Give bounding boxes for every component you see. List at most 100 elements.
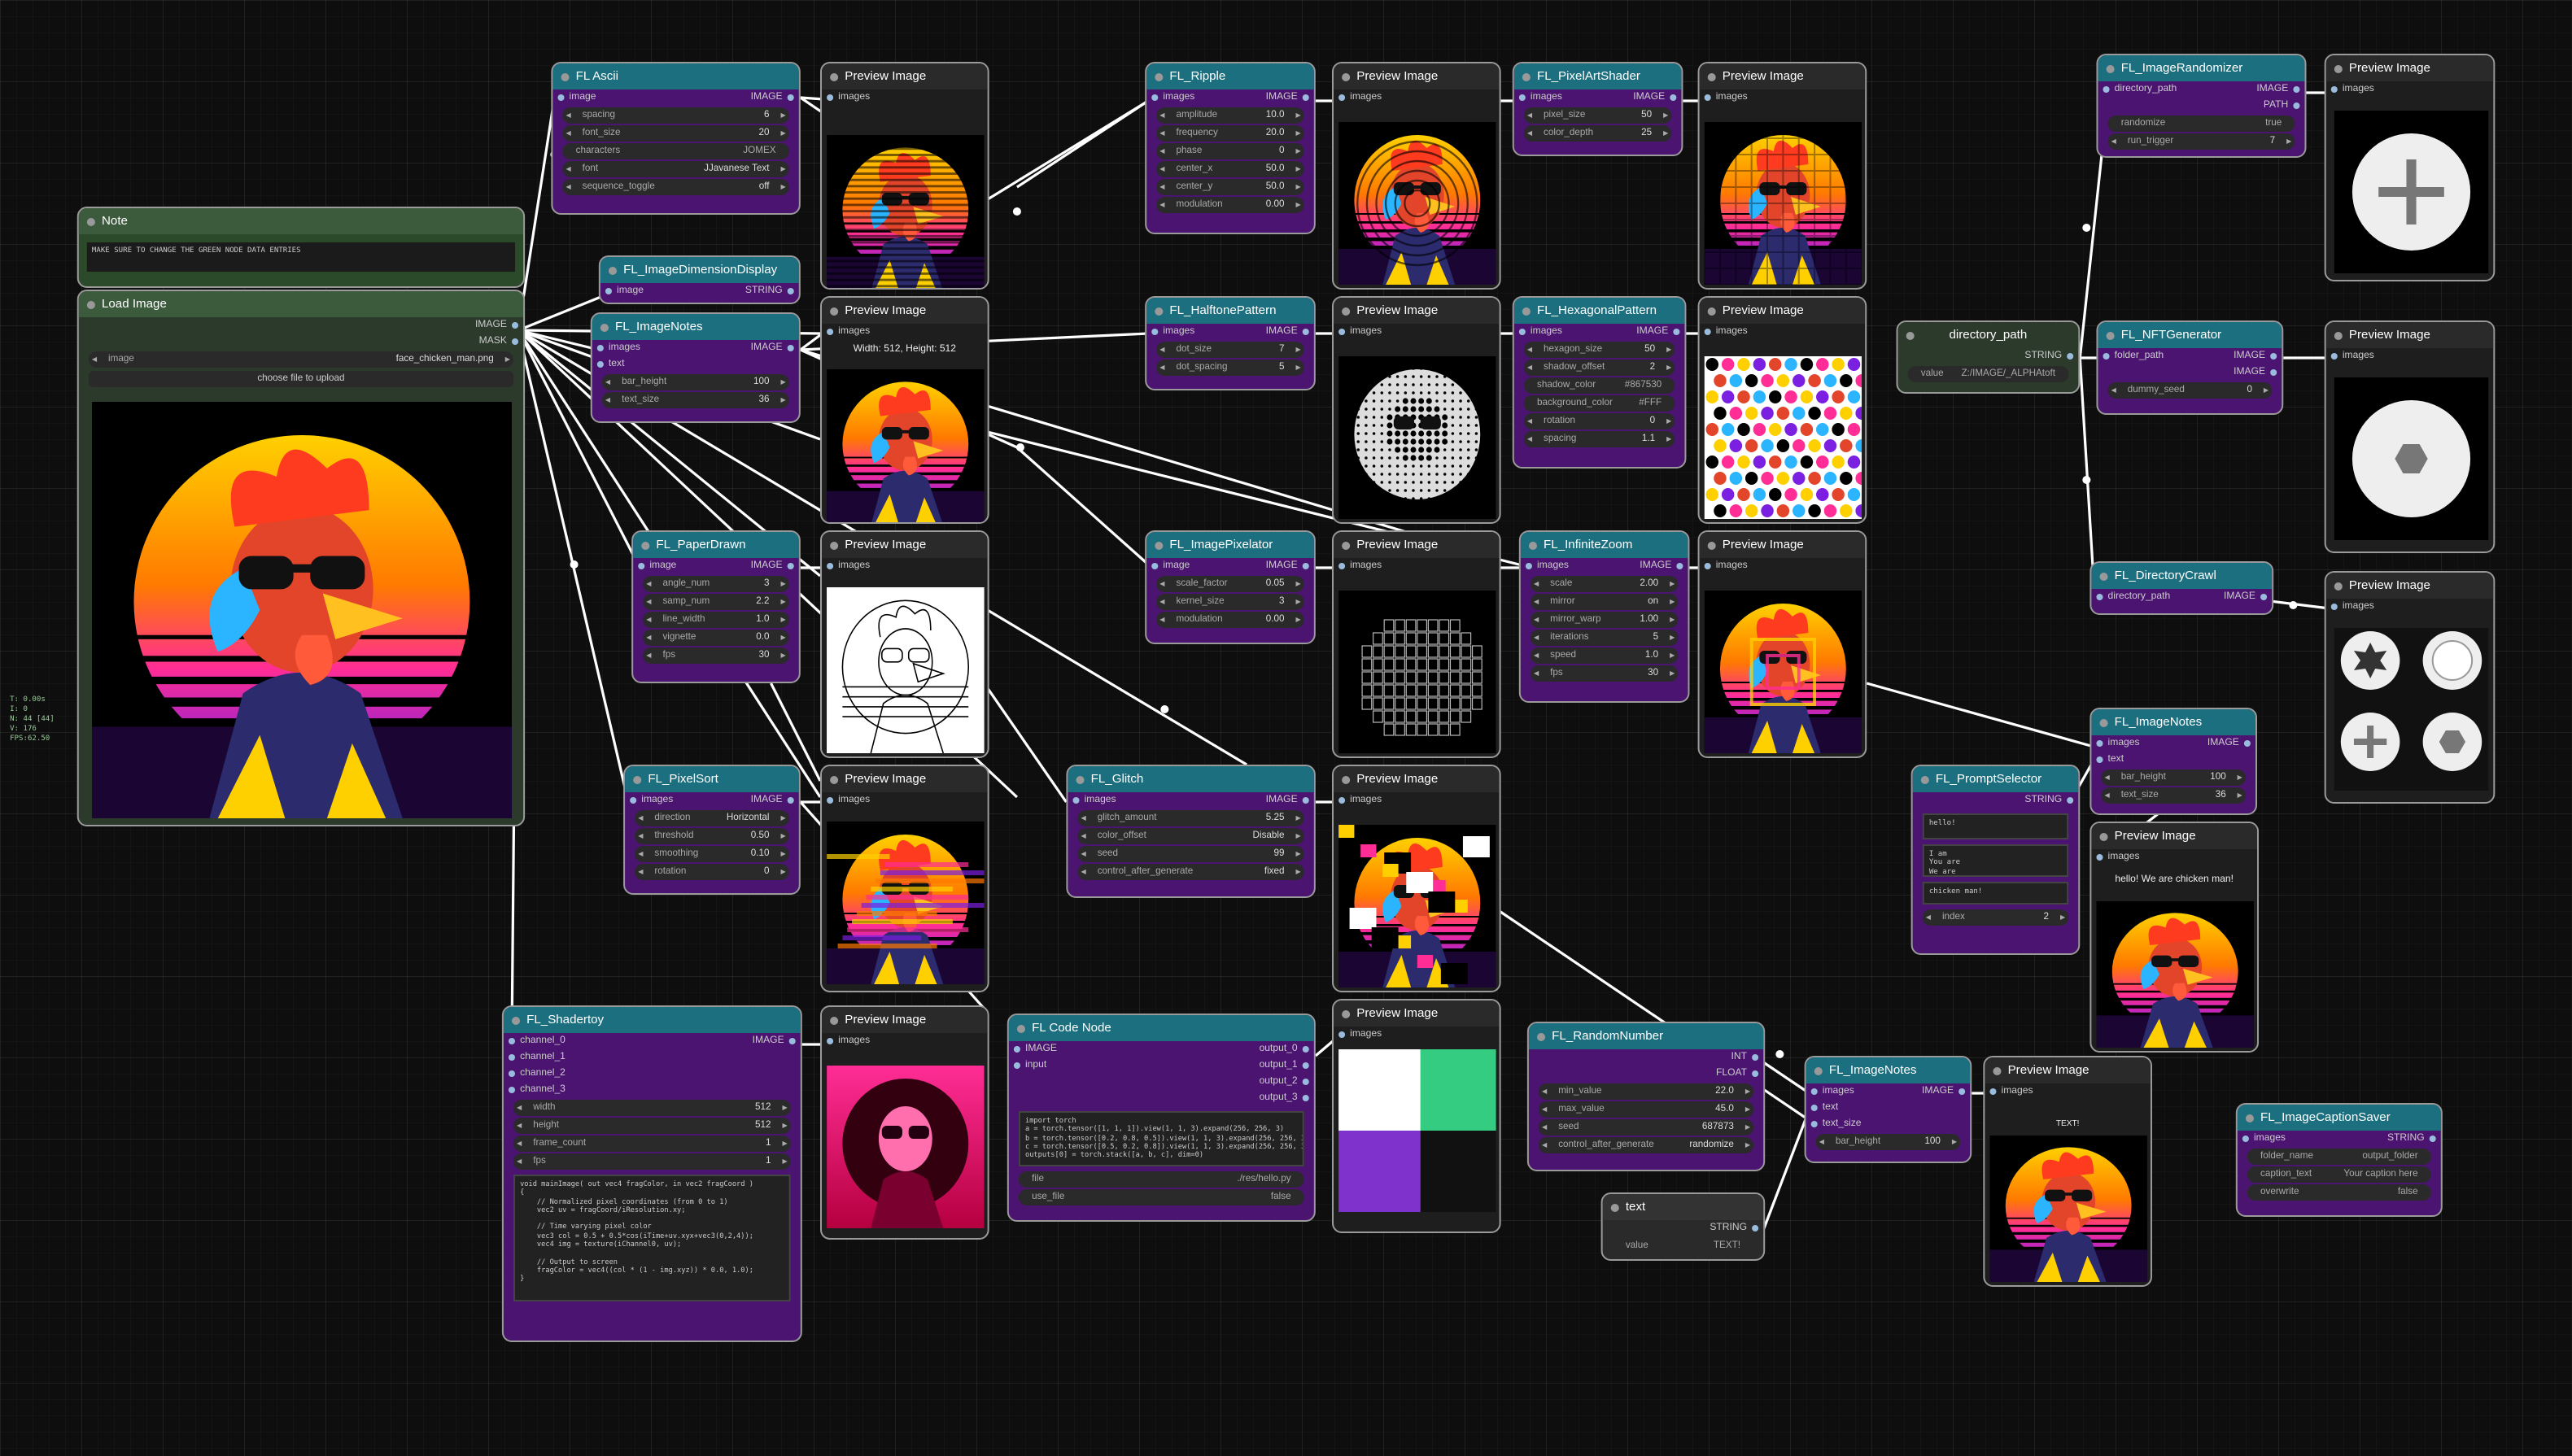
io-row[interactable]: channel_3	[504, 1082, 801, 1098]
widget[interactable]: scale 2.00	[1530, 576, 1679, 592]
fl-infinite-zoom-node[interactable]: FL_InfiniteZoom images IMAGE scale 2.00 mi…	[1518, 530, 1690, 703]
io-row[interactable]: text	[1806, 1100, 1971, 1116]
io-row[interactable]: input output_1	[1009, 1057, 1314, 1074]
widget[interactable]: pixel_size 50	[1523, 107, 1672, 124]
widget[interactable]: text_size 36	[2101, 787, 2246, 804]
io-row[interactable]: IMAGE	[2098, 364, 2282, 381]
preview-image-node[interactable]: Preview Image images	[1331, 999, 1501, 1233]
python-code-editor[interactable]: import torch a = torch.tensor([1, 1, 1])…	[1018, 1111, 1304, 1166]
io-row[interactable]: channel_0 IMAGE	[504, 1033, 801, 1049]
widget[interactable]: max_value 45.0	[1539, 1101, 1754, 1118]
widget[interactable]: bar_height 100	[2101, 769, 2246, 786]
widget[interactable]: kernel_size 3	[1156, 594, 1304, 610]
preview-image-node[interactable]: Preview Image images	[820, 765, 989, 992]
io-row[interactable]: images	[822, 89, 988, 106]
widget[interactable]: frequency 20.0	[1156, 125, 1304, 142]
preview-image-node[interactable]: Preview Image images hello! We are chick…	[2089, 822, 2260, 1053]
io-row[interactable]: output_2	[1009, 1074, 1314, 1090]
io-row[interactable]: images IMAGE	[1146, 324, 1314, 340]
upload-button[interactable]: choose file to upload	[88, 371, 514, 387]
widget[interactable]: color_depth 25	[1523, 125, 1672, 142]
fl-prompt-selector-node[interactable]: FL_PromptSelector STRING hello! I am You…	[1910, 765, 2081, 955]
widget[interactable]: center_y 50.0	[1156, 179, 1304, 195]
font-combo[interactable]: font JJavanese Text	[562, 161, 789, 177]
index-widget[interactable]: index 2	[1922, 909, 2069, 926]
preview-image-node[interactable]: Preview Image images	[2324, 54, 2496, 281]
fl-pixel-sort-node[interactable]: FL_PixelSort images IMAGE direction Horizo…	[623, 765, 801, 895]
fl-image-pixelator-node[interactable]: FL_ImagePixelator image IMAGE scale_facto…	[1145, 530, 1316, 644]
fl-glitch-node[interactable]: FL_Glitch imagesIMAGE glitch_amount5.25 …	[1066, 765, 1316, 898]
io-row[interactable]: images	[1334, 792, 1500, 809]
characters-field[interactable]: characters JOMEX	[562, 143, 789, 159]
preview-image-node[interactable]: Preview Image images Width: 512, Height:…	[820, 296, 989, 524]
io-row[interactable]: images IMAGE	[1521, 558, 1688, 574]
fl-code-node[interactable]: FL Code Node IMAGE output_0 input output_1…	[1007, 1014, 1316, 1222]
io-row[interactable]: images	[1334, 558, 1500, 574]
io-row[interactable]: images STRING	[2238, 1131, 2441, 1147]
io-row[interactable]: text_size	[1806, 1116, 1971, 1132]
io-row[interactable]: folder_path IMAGE	[2098, 348, 2282, 364]
fl-paper-drawn-node[interactable]: FL_PaperDrawn image IMAGE angle_num 3 samp…	[631, 530, 801, 683]
io-row[interactable]: directory_path IMAGE	[2098, 81, 2304, 98]
io-row[interactable]: image IMAGE	[1146, 558, 1314, 574]
widget[interactable]: fps 30	[1530, 665, 1679, 682]
text-field[interactable]: folder_name output_folder	[2247, 1149, 2431, 1165]
io-row[interactable]: image IMAGE	[552, 89, 798, 106]
widget[interactable]: dummy_seed 0	[2107, 382, 2273, 399]
widget[interactable]: bar_height 100	[1815, 1134, 1961, 1150]
widget[interactable]: control_after_generate randomize	[1539, 1137, 1754, 1153]
widget[interactable]: control_after_generate fixed	[1077, 864, 1304, 880]
text-size-widget[interactable]: text_size 36	[601, 392, 789, 408]
note-node[interactable]: Note MAKE SURE TO CHANGE THE GREEN NODE …	[76, 207, 526, 288]
io-row[interactable]: text	[592, 356, 799, 373]
io-row[interactable]: images	[1985, 1083, 2151, 1100]
preview-image-node[interactable]: Preview Image images	[1697, 62, 1867, 290]
fl-image-dimension-display-node[interactable]: FL_ImageDimensionDisplay image STRING	[598, 255, 801, 304]
preview-image-node[interactable]: Preview Image images	[1331, 765, 1501, 992]
widget[interactable]: fps 30	[643, 647, 789, 664]
fl-image-notes-node[interactable]: FL_ImageNotes images IMAGE text bar_heigh…	[590, 312, 801, 423]
widget[interactable]: smoothing 0.10	[635, 846, 789, 862]
spacing-widget[interactable]: spacing 6	[562, 107, 789, 124]
directory-value-field[interactable]: value Z:/IMAGE/_ALPHAtoft	[1907, 366, 2069, 382]
preview-image-node[interactable]: Preview Image images	[820, 62, 989, 290]
widget[interactable]: fps 1	[513, 1153, 791, 1170]
prompt-textarea[interactable]: I am You are We are	[1922, 844, 2069, 877]
io-row[interactable]: text	[2091, 752, 2255, 768]
io-row[interactable]: images	[1700, 558, 1866, 574]
io-row[interactable]: image STRING	[600, 283, 799, 299]
text-field[interactable]: shadow_color #867530	[1523, 377, 1675, 394]
io-row[interactable]: INT	[1529, 1049, 1763, 1066]
widget[interactable]: amplitude 10.0	[1156, 107, 1304, 124]
text-field[interactable]: background_color #FFF	[1523, 395, 1675, 412]
sequence-toggle[interactable]: sequence_toggle off	[562, 179, 789, 195]
io-row[interactable]: output_3	[1009, 1090, 1314, 1106]
output-mask[interactable]: MASK	[79, 333, 523, 350]
widget[interactable]: dot_size 7	[1156, 342, 1304, 358]
prompt-textarea[interactable]: hello!	[1922, 813, 2069, 839]
widget[interactable]: min_value 22.0	[1539, 1083, 1754, 1100]
randomize-toggle[interactable]: randomize true	[2107, 116, 2295, 132]
io-row[interactable]: STRING	[1913, 792, 2079, 809]
preview-image-node[interactable]: Preview Image images	[2324, 571, 2496, 804]
widget[interactable]: iterations 5	[1530, 630, 1679, 646]
widget[interactable]: speed 1.0	[1530, 647, 1679, 664]
file-field[interactable]: file ./res/hello.py	[1018, 1171, 1304, 1188]
fl-nft-generator-node[interactable]: FL_NFTGenerator folder_path IMAGE IMAGE d…	[2096, 320, 2284, 415]
fl-pixel-art-shader-node[interactable]: FL_PixelArtShader images IMAGE pixel_size…	[1512, 62, 1683, 156]
io-row[interactable]: channel_2	[504, 1066, 801, 1082]
io-row[interactable]: STRING	[1603, 1220, 1764, 1236]
io-row[interactable]: images IMAGE	[1806, 1083, 1971, 1100]
widget[interactable]: samp_num 2.2	[643, 594, 789, 610]
widget[interactable]: angle_num 3	[643, 576, 789, 592]
text-field[interactable]: caption_text Your caption here	[2247, 1166, 2431, 1183]
io-row[interactable]: PATH	[2098, 98, 2304, 114]
io-row[interactable]: images	[2091, 849, 2257, 865]
preview-image-node[interactable]: Preview Image images TEXT!	[1983, 1056, 2152, 1287]
widget[interactable]: run_trigger 7	[2107, 133, 2295, 150]
preview-image-node[interactable]: Preview Image images	[1697, 530, 1867, 758]
output-image[interactable]: IMAGE	[79, 317, 523, 333]
widget[interactable]: modulation 0.00	[1156, 197, 1304, 213]
image-combo[interactable]: image face_chicken_man.png	[88, 351, 514, 368]
io-row[interactable]: images	[1334, 1027, 1500, 1043]
